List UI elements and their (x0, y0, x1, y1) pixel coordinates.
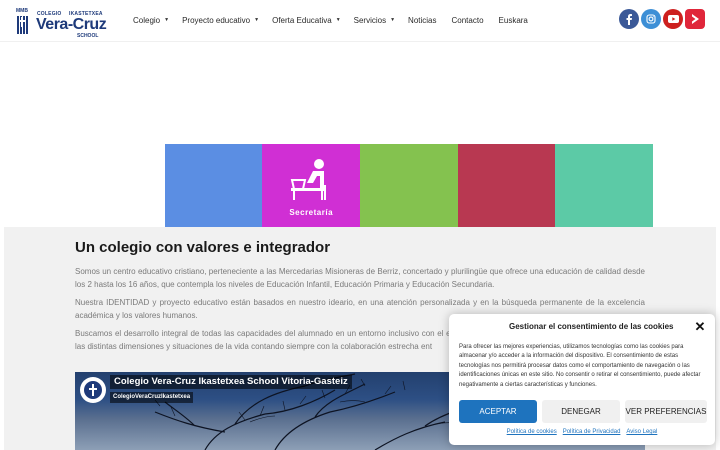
deny-button[interactable]: DENEGAR (542, 400, 620, 423)
logo-name: Vera-Cruz (36, 16, 107, 33)
banner-tile[interactable] (360, 144, 458, 227)
development-paragraph: Buscamos el desarrollo integral de todas… (75, 329, 455, 352)
section-heading: Un colegio con valores e integrador (75, 239, 331, 256)
section-banner: Secretaría (67, 144, 654, 227)
logo-emblem: MMB (16, 9, 31, 35)
banner-tile[interactable] (164, 144, 263, 227)
nav-label: Colegio (133, 15, 161, 25)
accept-button[interactable]: ACEPTAR (459, 400, 537, 423)
main-nav: Colegio ▼ Proyecto educativo ▼ Oferta Ed… (133, 13, 528, 27)
logo-mark-text: MMB (16, 8, 28, 14)
nav-label: Proyecto educativo (182, 15, 251, 25)
chevron-down-icon: ▼ (390, 17, 396, 23)
ivoox-icon[interactable] (685, 9, 705, 29)
nav-item-contacto[interactable]: Contacto (452, 16, 484, 25)
banner-tile[interactable] (555, 144, 654, 227)
banner-label-secretaria: Secretaría (289, 208, 334, 217)
privacy-policy-link[interactable]: Política de Privacidad (563, 429, 621, 435)
banner-tile[interactable] (457, 144, 556, 227)
nav-item-euskara[interactable]: Euskara (499, 16, 528, 25)
school-logo[interactable]: MMB COLEGIO IKASTETXEA Vera-Cruz SCHOOL (16, 8, 110, 40)
banner-tile-secretaria[interactable]: Secretaría (262, 144, 361, 227)
chevron-down-icon: ▼ (335, 17, 341, 23)
office-desk-icon (291, 159, 327, 200)
cookie-dialog-text: Para ofrecer las mejores experiencias, u… (459, 344, 701, 388)
chevron-down-icon: ▼ (164, 17, 170, 23)
youtube-icon[interactable] (663, 9, 683, 29)
nav-label: Euskara (498, 15, 528, 25)
cookie-dialog-title: Gestionar el consentimiento de las cooki… (509, 322, 674, 331)
instagram-icon[interactable] (641, 9, 661, 29)
nav-label: Oferta Educativa (272, 15, 332, 25)
legal-notice-link[interactable]: Aviso Legal (626, 429, 657, 435)
chevron-down-icon: ▼ (254, 17, 260, 23)
nav-item-noticias[interactable]: Noticias (408, 16, 436, 25)
nav-item-servicios[interactable]: Servicios ▼ (354, 16, 395, 25)
nav-label: Servicios (353, 15, 387, 25)
cookie-links: Política de cookies Política de Privacid… (449, 429, 715, 435)
site-header: MMB COLEGIO IKASTETXEA Vera-Cruz SCHOOL … (0, 0, 720, 42)
video-title[interactable]: Colegio Vera-Cruz Ikastetxea School Vito… (110, 375, 352, 389)
nav-label: Contacto (451, 15, 484, 25)
view-preferences-button[interactable]: VER PREFERENCIAS (625, 400, 707, 423)
nav-item-proyecto-educativo[interactable]: Proyecto educativo ▼ (182, 16, 259, 25)
video-channel-name[interactable]: ColegioVeraCruzIkastetxea (110, 392, 194, 403)
nav-label: Noticias (408, 15, 437, 25)
nav-item-oferta-educativa[interactable]: Oferta Educativa ▼ (272, 16, 341, 25)
cookie-consent-dialog: Gestionar el consentimiento de las cooki… (449, 314, 715, 445)
page: MMB COLEGIO IKASTETXEA Vera-Cruz SCHOOL … (0, 0, 720, 450)
facebook-icon[interactable] (619, 9, 639, 29)
channel-avatar[interactable] (80, 377, 106, 403)
logo-school: SCHOOL (77, 33, 99, 39)
intro-paragraph: Somos un centro educativo cristiano, per… (75, 267, 645, 290)
nav-item-colegio[interactable]: Colegio ▼ (133, 16, 169, 25)
cookie-policy-link[interactable]: Política de cookies (507, 429, 557, 435)
close-icon[interactable]: ✕ (693, 320, 707, 334)
banner-tile[interactable] (67, 144, 165, 227)
